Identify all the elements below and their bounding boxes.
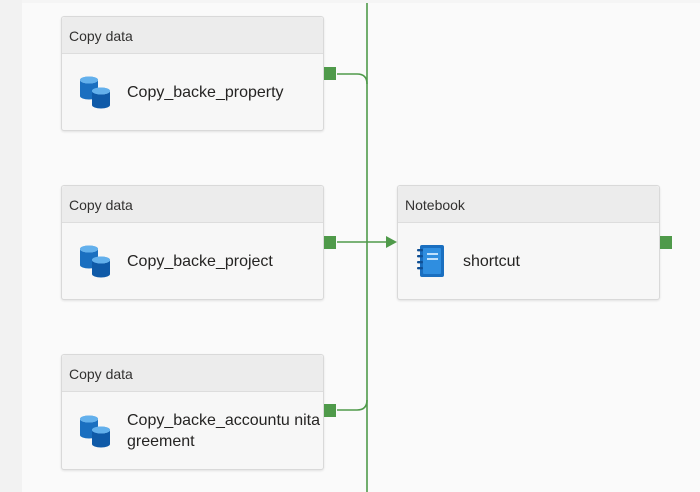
success-output-port[interactable]	[324, 404, 336, 417]
activity-type-label: Copy data	[62, 355, 323, 392]
copy-data-icon	[80, 245, 110, 278]
connector-property-to-bus	[337, 73, 368, 85]
copy-data-icon	[80, 76, 110, 109]
pipeline-canvas[interactable]: Copy data Copy_backe_property Copy data	[0, 0, 700, 492]
activity-name: Copy_backe_property	[127, 83, 284, 101]
activity-copy-accountunitagreement[interactable]: Copy data Copy_backe_accountu nitagreeme…	[61, 354, 324, 470]
success-output-port[interactable]	[324, 67, 336, 80]
activity-name: shortcut	[463, 252, 520, 270]
activity-type-label: Copy data	[62, 186, 323, 223]
activity-copy-project[interactable]: Copy data Copy_backe_project	[61, 185, 324, 300]
notebook-icon	[417, 245, 444, 277]
activity-type-label: Copy data	[62, 17, 323, 54]
success-output-port[interactable]	[660, 236, 672, 249]
activity-type-label: Notebook	[398, 186, 659, 223]
connector-account-to-bus	[337, 399, 368, 411]
activity-name: Copy_backe_project	[127, 252, 273, 270]
activity-notebook-shortcut[interactable]: Notebook shortcut	[397, 185, 660, 300]
connector-arrowhead	[386, 236, 397, 248]
copy-data-icon	[80, 415, 110, 447]
activity-name: Copy_backe_accountu nitagreement	[127, 411, 321, 450]
success-output-port[interactable]	[324, 236, 336, 249]
activity-copy-property[interactable]: Copy data Copy_backe_property	[61, 16, 324, 131]
